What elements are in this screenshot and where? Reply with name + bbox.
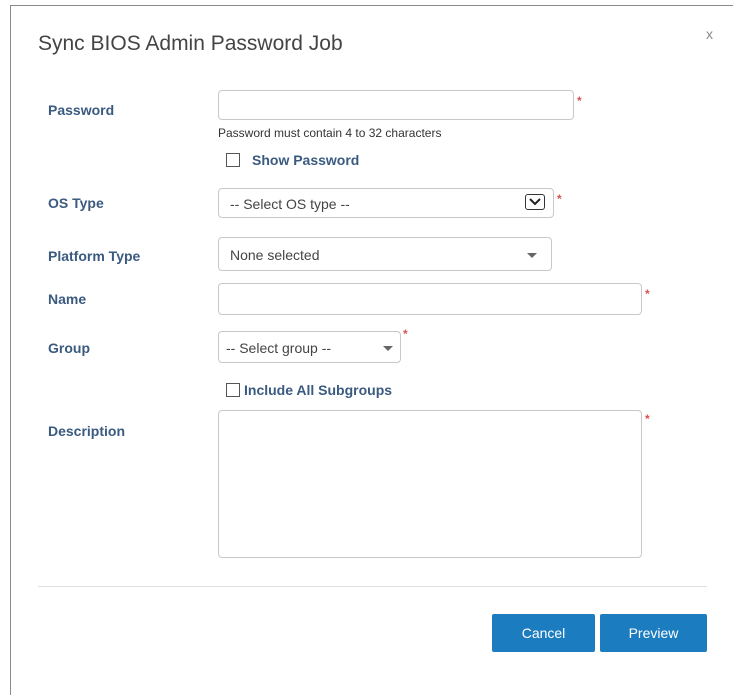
description-textarea[interactable] xyxy=(218,410,642,558)
dialog-title: Sync BIOS Admin Password Job xyxy=(38,32,343,55)
name-input[interactable] xyxy=(218,283,642,315)
chevron-down-icon[interactable] xyxy=(525,194,545,210)
password-label: Password xyxy=(48,102,115,118)
group-select[interactable]: -- Select group -- xyxy=(218,331,401,363)
name-label: Name xyxy=(48,291,87,307)
platform-type-selected: None selected xyxy=(230,247,320,263)
os-type-label: OS Type xyxy=(48,195,104,211)
group-required-mark: * xyxy=(403,327,408,341)
platform-type-label: Platform Type xyxy=(48,248,141,264)
os-type-selected: -- Select OS type -- xyxy=(230,196,350,212)
caret-down-icon xyxy=(527,253,537,258)
dialog: Sync BIOS Admin Password Job x Password … xyxy=(10,5,733,695)
include-subgroups-label[interactable]: Include All Subgroups xyxy=(244,382,392,398)
platform-type-select[interactable]: None selected xyxy=(218,237,552,271)
footer-divider xyxy=(38,586,707,587)
description-required-mark: * xyxy=(645,412,650,426)
close-icon[interactable]: x xyxy=(706,26,713,42)
password-input[interactable] xyxy=(218,90,574,120)
group-selected: -- Select group -- xyxy=(226,340,332,356)
os-type-select[interactable]: -- Select OS type -- xyxy=(218,188,554,218)
include-subgroups-checkbox[interactable] xyxy=(226,383,240,397)
password-hint: Password must contain 4 to 32 characters xyxy=(218,126,442,140)
caret-down-icon xyxy=(383,346,393,351)
preview-button[interactable]: Preview xyxy=(600,614,707,652)
os-type-required-mark: * xyxy=(557,192,562,206)
group-label: Group xyxy=(48,340,90,356)
include-subgroups-row[interactable]: Include All Subgroups xyxy=(226,382,392,398)
description-label: Description xyxy=(48,423,126,439)
name-required-mark: * xyxy=(645,287,650,301)
password-required-mark: * xyxy=(577,94,582,108)
show-password-row[interactable]: Show Password xyxy=(226,152,359,168)
cancel-button[interactable]: Cancel xyxy=(492,614,595,652)
show-password-checkbox[interactable] xyxy=(226,153,240,167)
show-password-label[interactable]: Show Password xyxy=(252,152,359,168)
